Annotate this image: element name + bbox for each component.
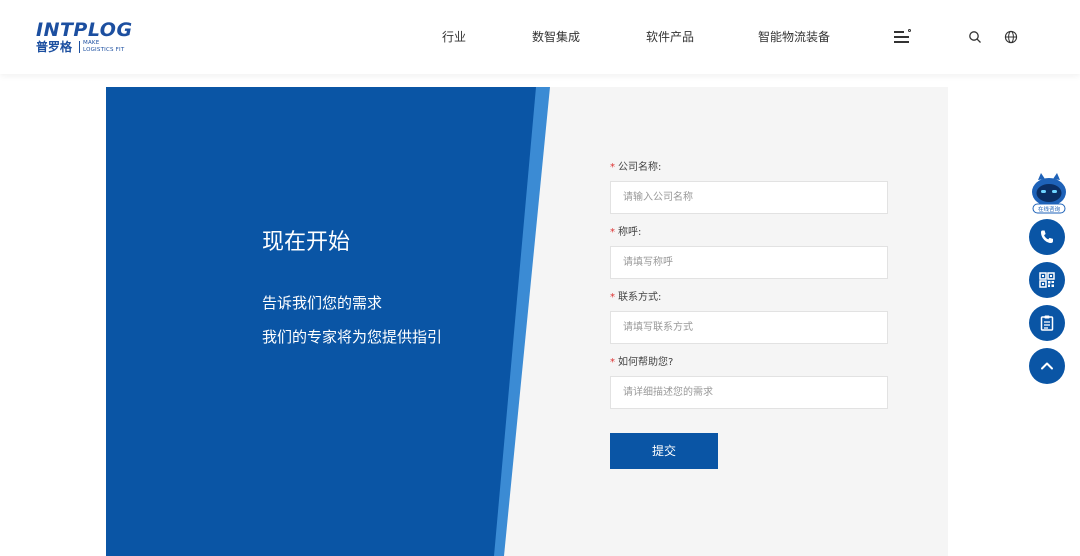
required-mark: * <box>610 227 615 238</box>
company-name-label: * 公司名称: <box>610 161 661 175</box>
hero-title: 现在开始 <box>262 230 351 255</box>
help-label-text: 如何帮助您? <box>618 357 674 368</box>
help-input[interactable] <box>610 376 888 409</box>
company-name-label-text: 公司名称: <box>618 162 662 173</box>
nav-item-logistics-equipment[interactable]: 智能物流装备 <box>758 29 830 45</box>
nav-item-industry[interactable]: 行业 <box>442 29 466 45</box>
clipboard-button[interactable] <box>1029 305 1065 341</box>
qrcode-button[interactable] <box>1029 262 1065 298</box>
required-mark: * <box>610 292 615 303</box>
contact-label-text: 联系方式: <box>618 292 662 303</box>
company-name-input[interactable] <box>610 181 888 214</box>
salutation-label-text: 称呼: <box>618 227 642 238</box>
chat-robot-icon[interactable]: 在线咨询 <box>1030 172 1068 216</box>
nav-item-digital-integration[interactable]: 数智集成 <box>532 29 580 45</box>
site-header: INTPLOG 普罗格 MAKE LOGISTICS FIT 行业 数智集成 软… <box>0 0 1080 74</box>
nav-item-software-products[interactable]: 软件产品 <box>646 29 694 45</box>
salutation-input[interactable] <box>610 246 888 279</box>
required-mark: * <box>610 162 615 173</box>
logo-chinese-name: 普罗格 <box>36 40 73 54</box>
contact-label: * 联系方式: <box>610 291 661 305</box>
contact-input[interactable] <box>610 311 888 344</box>
chevron-up-icon <box>1041 362 1053 370</box>
back-to-top-button[interactable] <box>1029 348 1065 384</box>
clipboard-icon <box>1040 315 1054 331</box>
phone-button[interactable] <box>1029 219 1065 255</box>
logo[interactable]: INTPLOG 普罗格 MAKE LOGISTICS FIT <box>36 20 136 56</box>
logo-tagline: MAKE LOGISTICS FIT <box>83 40 124 53</box>
contact-section: 现在开始 告诉我们您的需求 我们的专家将为您提供指引 *公司名称: *称呼: *… <box>106 87 948 556</box>
submit-button[interactable]: 提交 <box>610 433 718 469</box>
hero-line-1: 告诉我们您的需求 <box>262 294 383 312</box>
required-mark: * <box>610 357 615 368</box>
logo-tagline-line2: LOGISTICS FIT <box>83 46 125 53</box>
logo-wordmark: INTPLOG <box>36 19 133 41</box>
search-icon[interactable] <box>968 30 982 44</box>
salutation-label: * 称呼: <box>610 226 641 240</box>
logo-divider <box>79 41 80 53</box>
help-label: * 如何帮助您? <box>610 356 673 370</box>
hero-line-2: 我们的专家将为您提供指引 <box>262 328 443 346</box>
chat-robot-label: 在线咨询 <box>1038 205 1061 213</box>
phone-icon <box>1041 230 1053 243</box>
globe-icon[interactable] <box>1004 30 1018 44</box>
qrcode-icon <box>1039 272 1055 288</box>
menu-icon[interactable] <box>894 29 911 44</box>
